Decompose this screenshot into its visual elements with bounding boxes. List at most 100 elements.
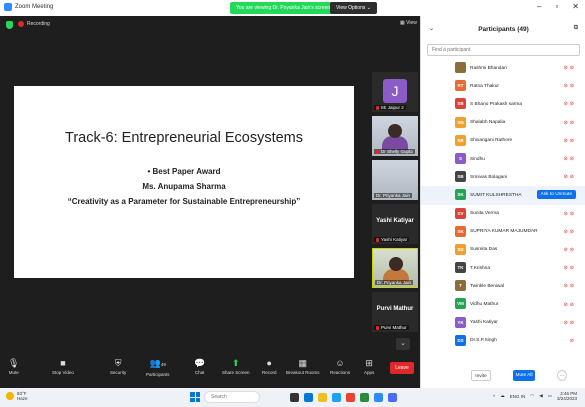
more-button[interactable]: ··· bbox=[557, 370, 567, 381]
video-tile[interactable]: J IIE Jaipur 2 bbox=[372, 72, 418, 112]
participants-icon: 👥49 bbox=[149, 358, 166, 368]
minimize-icon[interactable]: – bbox=[537, 2, 541, 11]
muted-status-icons: ⊘⊘ bbox=[563, 228, 576, 235]
video-tile[interactable]: Yashi Katiyar Yashi Katiyar bbox=[372, 204, 418, 244]
security-shield-icon[interactable] bbox=[6, 21, 13, 29]
wifi-icon[interactable]: ◠ bbox=[530, 393, 534, 399]
chevron-down-icon[interactable]: ⌄ bbox=[429, 25, 434, 32]
ask-to-unmute-button[interactable]: Ask to Unmute bbox=[536, 190, 576, 200]
slide-author: Ms. Anupama Sharma bbox=[142, 182, 226, 191]
participant-row[interactable]: T Twinkle Beniwal ⊘⊘ bbox=[421, 277, 585, 295]
participant-row[interactable]: SK SUMIT KULSHRESTHA Ask to Unmute bbox=[421, 186, 585, 205]
record-label: Record bbox=[262, 370, 277, 375]
chrome-icon[interactable] bbox=[346, 393, 355, 402]
shared-slide: Track-6: Entrepreneurial Ecosystems • Be… bbox=[14, 86, 354, 278]
recording-label: Recording bbox=[27, 21, 50, 27]
participant-row[interactable]: SN Shalabh Napalia ⊘⊘ bbox=[421, 114, 585, 132]
battery-icon[interactable]: ▭ bbox=[548, 393, 552, 399]
popout-icon[interactable]: ⧉ bbox=[574, 25, 578, 32]
leave-button[interactable]: Leave bbox=[390, 362, 414, 374]
weather-condition: Haze bbox=[17, 396, 28, 401]
weather-text: 83°F Haze bbox=[17, 391, 28, 401]
person-head bbox=[388, 124, 402, 138]
zoom-icon[interactable] bbox=[374, 393, 383, 402]
edge-icon[interactable] bbox=[332, 393, 341, 402]
participant-row[interactable]: SV Sunita Verma ⊘⊘ bbox=[421, 205, 585, 223]
participant-name: Shalabh Napalia bbox=[470, 120, 506, 126]
participant-row[interactable]: VM Vidhu Mathur ⊘⊘ bbox=[421, 295, 585, 313]
mute-button[interactable]: 🎙 Mute bbox=[8, 358, 19, 375]
participants-label: Participants bbox=[146, 372, 170, 377]
security-button[interactable]: ⛨ Security bbox=[110, 358, 126, 375]
app-icon[interactable] bbox=[388, 393, 397, 402]
apps-icon: ⊞ bbox=[365, 358, 373, 368]
store-icon[interactable] bbox=[360, 393, 369, 402]
chat-label: Chat bbox=[194, 370, 205, 375]
weather-widget[interactable]: 83°F Haze bbox=[6, 391, 28, 401]
reactions-button[interactable]: ☺ Reactions bbox=[330, 358, 350, 375]
participant-row[interactable]: SD Susmita Das ⊘⊘ bbox=[421, 241, 585, 259]
video-tile-active[interactable]: Dr. Priyanka Jain bbox=[372, 248, 418, 288]
muted-status-icons: ⊘⊘ bbox=[563, 265, 576, 272]
participant-name: Srinivas Bolagani bbox=[470, 174, 508, 180]
participant-row[interactable]: SR Shivangani Rathore ⊘⊘ bbox=[421, 132, 585, 150]
stop-video-button[interactable]: ■ Stop Video bbox=[52, 358, 74, 375]
taskbar-search-input[interactable] bbox=[204, 391, 260, 403]
participant-name: Sunita Verma bbox=[470, 211, 499, 217]
clock[interactable]: 2:46 PM 3/24/2023 bbox=[557, 391, 577, 401]
breakout-rooms-button[interactable]: ▦ Breakout Rooms bbox=[286, 358, 320, 375]
view-button[interactable]: ▦ View bbox=[400, 20, 417, 26]
slide-award: • Best Paper Award bbox=[147, 167, 221, 176]
breakout-rooms-icon: ▦ bbox=[298, 358, 308, 368]
video-tile[interactable]: Dr. Priyanka Jain bbox=[372, 160, 418, 200]
teams-icon[interactable] bbox=[304, 393, 313, 402]
view-options-label: View Options bbox=[336, 5, 366, 11]
tile-name-label: Dr Shelly Gupta bbox=[381, 149, 413, 154]
speaker-icon[interactable]: ◀ bbox=[539, 393, 542, 399]
record-button[interactable]: ● Record bbox=[262, 358, 277, 375]
mute-all-button[interactable]: Mute All bbox=[513, 370, 535, 381]
participant-name: Susmita Das bbox=[470, 247, 498, 253]
chevron-down-icon[interactable]: ⌄ bbox=[396, 338, 410, 350]
slide-paper-title: “Creativity as a Parameter for Sustainab… bbox=[67, 197, 301, 206]
onedrive-icon[interactable]: ☁ bbox=[500, 393, 505, 399]
participants-button[interactable]: 👥49 Participants bbox=[146, 358, 170, 377]
participant-row[interactable]: SB Srinivas Bolagani ⊘⊘ bbox=[421, 168, 585, 186]
mic-muted-icon bbox=[376, 105, 379, 110]
participant-row[interactable]: TK T.Krishna ⊘⊘ bbox=[421, 259, 585, 277]
share-screen-button[interactable]: ⬆ Share Screen bbox=[222, 358, 250, 375]
lang-label: ENG bbox=[509, 393, 520, 399]
chat-button[interactable]: 💬 Chat bbox=[194, 358, 205, 375]
language-indicator[interactable]: ENG IN bbox=[510, 394, 526, 399]
participants-panel: ⌄ Participants (49) ⧉ Rashmi Bhandari⊘⊘R… bbox=[420, 16, 585, 388]
maximize-icon[interactable]: ▫ bbox=[555, 2, 558, 11]
close-icon[interactable]: ✕ bbox=[572, 2, 579, 11]
participant-name: Yashi Katiyar bbox=[470, 320, 498, 326]
participant-row[interactable]: RT Ratna Thakur ⊘⊘ bbox=[421, 77, 585, 95]
mic-muted-icon bbox=[376, 149, 379, 154]
participant-row[interactable]: SK SUPRIYA KUMAR MAJUMDAR ⊘⊘ bbox=[421, 223, 585, 241]
participants-list: Rashmi Bhandari ⊘⊘ RT Ratna Thakur ⊘⊘ SB S Bha… bbox=[421, 59, 585, 350]
participant-row[interactable]: S Sindhu ⊘⊘ bbox=[421, 150, 585, 168]
video-tile[interactable]: Dr Shelly Gupta bbox=[372, 116, 418, 156]
participant-row[interactable]: YK Yashi Katiyar ⊘⊘ bbox=[421, 314, 585, 332]
participant-row[interactable]: SB S Bhanu Prakash sarma ⊘⊘ bbox=[421, 95, 585, 113]
invite-button[interactable]: Invite bbox=[471, 370, 491, 381]
tile-big-name: Yashi Katiyar bbox=[376, 218, 414, 224]
task-view-icon[interactable] bbox=[290, 393, 299, 402]
apps-button[interactable]: ⊞ Apps bbox=[364, 358, 374, 375]
participant-name: S Bhanu Prakash sarma bbox=[470, 101, 522, 107]
recording-indicator[interactable]: Recording bbox=[18, 21, 50, 27]
participant-row[interactable]: DS Dr.S.P.Singh ⊘ bbox=[421, 332, 585, 350]
title-bar: Zoom Meeting You are viewing Dr. Priyank… bbox=[0, 0, 585, 16]
chevron-up-icon[interactable]: ^ bbox=[493, 394, 495, 399]
video-tile[interactable]: Purvi Mathur Purvi Mathur bbox=[372, 292, 418, 332]
participants-count: 49 bbox=[160, 362, 166, 367]
participant-search-input[interactable] bbox=[427, 44, 580, 56]
view-options-button[interactable]: View Options ⌄ bbox=[330, 2, 377, 14]
tile-name-label: Purvi Mathur bbox=[381, 325, 407, 330]
file-explorer-icon[interactable] bbox=[318, 393, 327, 402]
person-body bbox=[382, 136, 408, 150]
participant-row[interactable]: Rashmi Bhandari ⊘⊘ bbox=[421, 59, 585, 77]
windows-start-icon[interactable] bbox=[190, 392, 200, 402]
